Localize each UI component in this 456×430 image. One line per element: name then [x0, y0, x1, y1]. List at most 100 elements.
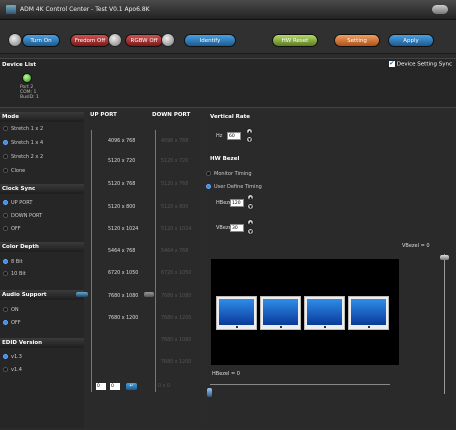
mode-option-stretch-1x2[interactable]: Stretch 1 x 2 — [3, 126, 43, 132]
turn-on-button[interactable]: Turn On — [22, 34, 60, 47]
up-port-input-b[interactable]: 0 — [110, 383, 120, 390]
monitor-preview-3[interactable] — [304, 296, 345, 330]
display-preview — [211, 259, 399, 365]
up-port-track — [91, 130, 92, 392]
vbezel-slider-handle[interactable] — [440, 255, 449, 260]
up-port-header: UP PORT — [90, 112, 117, 118]
vertical-rate-title: Vertical Rate — [210, 114, 250, 120]
apply-button[interactable]: Apply — [388, 34, 434, 47]
color-depth-option-8bit[interactable]: 8 Bit — [3, 259, 23, 265]
up-port-item[interactable]: 5120 x 720 — [108, 159, 135, 164]
port-resolution-panel: UP PORT DOWN PORT 4096 x 768 5120 x 720 … — [76, 112, 204, 428]
hw-reset-button[interactable]: HW Reset — [272, 34, 318, 47]
monitor-led-icon — [368, 326, 370, 328]
device-setting-sync-label: Device Setting Sync — [396, 61, 452, 68]
hbezel-up-arrow-icon[interactable]: ▲ — [247, 194, 254, 201]
down-port-item[interactable]: 7680 x 1080 — [161, 294, 191, 299]
left-settings-panel: Mode Stretch 1 x 2 Stretch 1 x 4 Stretch… — [0, 112, 84, 428]
hbezel-down-arrow-icon[interactable]: ▼ — [247, 203, 254, 210]
hz-input[interactable]: 60 — [227, 132, 241, 140]
bezel-option-monitor-timing[interactable]: Monitor Timing — [206, 171, 252, 177]
rgbw-knob-icon[interactable] — [161, 33, 175, 47]
mode-option-stretch-2x2[interactable]: Stretch 2 x 2 — [3, 154, 43, 160]
window-control-button[interactable] — [432, 5, 448, 14]
down-port-item[interactable]: 5120 x 800 — [161, 205, 188, 210]
rgbw-off-button[interactable]: RGBW Off — [125, 34, 163, 47]
up-port-input-a[interactable]: 0 — [96, 383, 106, 390]
hz-down-arrow-icon[interactable]: ▼ — [246, 136, 253, 143]
down-port-item[interactable]: 5120 x 720 — [161, 159, 188, 164]
radio-icon — [3, 168, 8, 173]
setting-button[interactable]: Setting — [334, 34, 380, 47]
up-port-item[interactable]: 5464 x 768 — [108, 249, 135, 254]
up-port-item[interactable]: 4096 x 768 — [108, 139, 135, 144]
radio-selected-icon — [3, 140, 8, 145]
vbezel-up-arrow-icon[interactable]: ▲ — [247, 219, 254, 226]
clock-sync-header: Clock Sync — [0, 184, 84, 194]
monitor-preview-4[interactable] — [348, 296, 389, 330]
bezel-option-user-define-timing[interactable]: User Define Timing — [206, 184, 262, 190]
up-port-item[interactable]: 5120 x 768 — [108, 182, 135, 187]
down-port-item[interactable]: 6720 x 1050 — [161, 271, 191, 276]
monitor-led-icon — [324, 326, 326, 328]
down-port-item[interactable]: 5120 x 768 — [161, 182, 188, 187]
radio-icon — [3, 213, 8, 218]
down-port-item[interactable]: 7680 x 1080 — [161, 338, 191, 343]
down-port-header: DOWN PORT — [152, 112, 191, 118]
monitor-screen — [351, 299, 386, 325]
down-port-item[interactable]: 4096 x 768 — [161, 139, 188, 144]
app-window: ADM 4K Control Center - Test V0.1 Apo6.8… — [0, 0, 456, 430]
down-port-item[interactable]: 7680 x 1200 — [161, 360, 191, 365]
power-knob-icon[interactable] — [8, 33, 22, 47]
radio-icon — [3, 307, 8, 312]
hbezel-input[interactable]: 120 — [230, 199, 244, 207]
clock-sync-option-up-port[interactable]: UP PORT — [3, 200, 32, 206]
up-port-item[interactable]: 5120 x 800 — [108, 205, 135, 210]
down-port-track — [155, 130, 156, 392]
audio-option-on[interactable]: ON — [3, 307, 19, 313]
color-depth-option-10bit[interactable]: 10 Bit — [3, 271, 26, 277]
monitor-screen — [219, 299, 254, 325]
down-port-item[interactable]: 7680 x 1200 — [161, 316, 191, 321]
radio-selected-icon — [3, 320, 8, 325]
up-port-slider-handle[interactable] — [144, 292, 154, 297]
fredom-knob-icon[interactable] — [108, 33, 122, 47]
edid-version-header: EDID Version — [0, 338, 84, 348]
clock-sync-option-off[interactable]: OFF — [3, 226, 21, 232]
up-port-item[interactable]: 5120 x 1024 — [108, 227, 138, 232]
audio-option-off[interactable]: OFF — [3, 320, 21, 326]
down-port-item[interactable]: 5464 x 768 — [161, 249, 188, 254]
hbezel-slider-handle[interactable] — [207, 388, 212, 397]
title-bar: ADM 4K Control Center - Test V0.1 Apo6.8… — [0, 0, 456, 20]
device-busid-label: BusID: 1 — [20, 95, 39, 100]
edid-option-v13[interactable]: v1.3 — [3, 354, 22, 360]
radio-icon — [3, 226, 8, 231]
clock-sync-option-down-port[interactable]: DOWN PORT — [3, 213, 42, 219]
device-status-icon[interactable] — [22, 73, 32, 83]
mode-option-stretch-1x4[interactable]: Stretch 1 x 4 — [3, 140, 43, 146]
up-port-item[interactable]: 7680 x 1080 — [108, 294, 138, 299]
monitor-screen — [263, 299, 298, 325]
up-port-item[interactable]: 7680 x 1200 — [108, 316, 138, 321]
down-port-item[interactable]: 5120 x 1024 — [161, 227, 191, 232]
check-icon: ✔ — [388, 60, 395, 67]
enter-icon[interactable]: ↵ — [126, 383, 137, 390]
audio-slider-handle[interactable] — [76, 292, 88, 297]
mode-option-clone[interactable]: Clone — [3, 168, 25, 174]
device-list-panel: Device List ✔ Device Setting Sync Port 2 … — [0, 58, 456, 108]
hz-up-arrow-icon[interactable]: ▲ — [246, 128, 253, 135]
audio-support-header: Audio Support — [0, 290, 84, 300]
edid-option-v14[interactable]: v1.4 — [3, 367, 22, 373]
monitor-preview-2[interactable] — [260, 296, 301, 330]
radio-icon — [3, 367, 8, 372]
vbezel-input[interactable]: 30 — [230, 224, 244, 232]
identify-button[interactable]: Identify — [184, 34, 236, 47]
device-setting-sync-checkbox[interactable]: ✔ Device Setting Sync — [388, 60, 452, 68]
fredom-off-button[interactable]: Fredom Off — [70, 34, 110, 47]
window-title: ADM 4K Control Center - Test V0.1 Apo6.8… — [20, 6, 150, 13]
toolbar: Turn On Fredom Off RGBW Off Identify HW … — [0, 20, 456, 54]
up-port-item[interactable]: 6720 x 1050 — [108, 271, 138, 276]
down-port-footer-value: 0 x 0 — [158, 384, 170, 389]
monitor-preview-1[interactable] — [216, 296, 257, 330]
vbezel-down-arrow-icon[interactable]: ▼ — [247, 228, 254, 235]
